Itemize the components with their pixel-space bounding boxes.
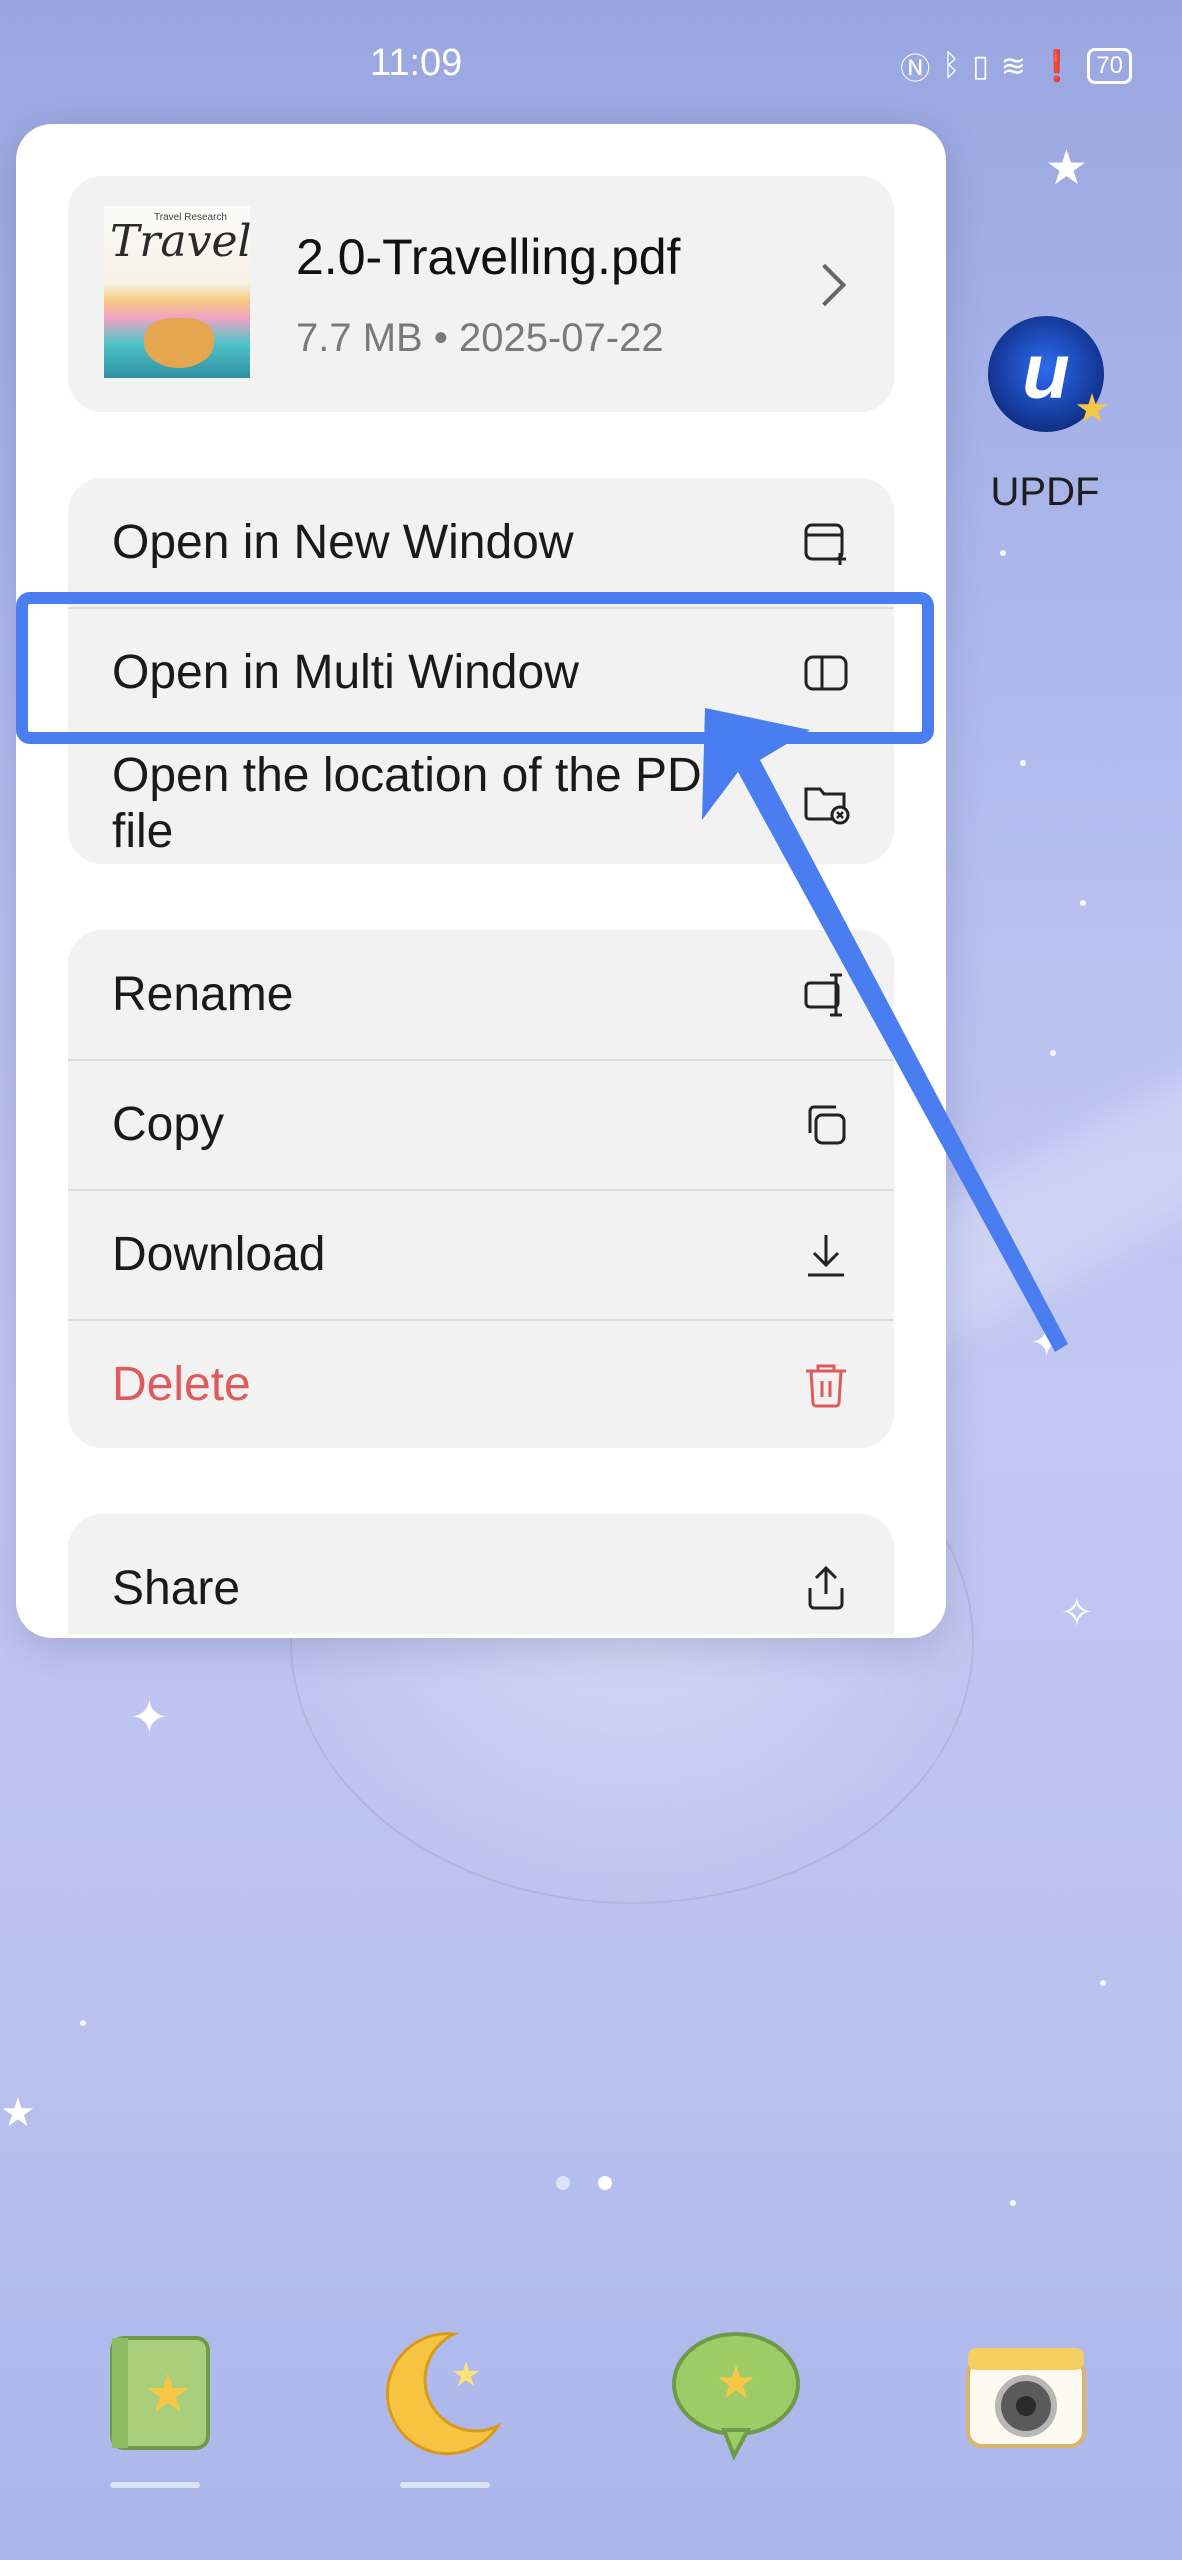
context-menu: Travel Research Travel 2.0-Travelling.pd…	[16, 124, 946, 1638]
menu-item-label: Open the location of the PDF file	[112, 749, 732, 858]
menu-item-download[interactable]: Download	[68, 1190, 894, 1320]
star-dot	[1020, 760, 1026, 766]
alert-icon: ❗	[1037, 49, 1076, 83]
star-dot	[1050, 1050, 1056, 1056]
menu-item-rename[interactable]: Rename	[68, 930, 894, 1060]
star-decoration: ★	[1045, 142, 1089, 195]
file-name: 2.0-Travelling.pdf	[296, 229, 681, 285]
updf-app-icon[interactable]: u ★	[988, 316, 1110, 432]
camera-icon	[966, 2348, 1086, 2448]
menu-item-delete[interactable]: Delete	[68, 1320, 894, 1448]
download-icon	[808, 1235, 844, 1277]
dock-indicator	[110, 2482, 200, 2488]
notes-book-icon: ★	[110, 2336, 210, 2450]
menu-item-label: Share	[112, 1562, 241, 1615]
star-dot	[1080, 900, 1086, 906]
share-icon	[808, 1565, 844, 1610]
page-dot	[556, 2176, 570, 2190]
trash-icon	[806, 1364, 846, 1408]
star-decoration: ✦	[1030, 1321, 1064, 1365]
menu-group-share: Share	[68, 1514, 894, 1634]
menu-item-share[interactable]: Share	[68, 1514, 894, 1634]
menu-item-label: Delete	[112, 1358, 251, 1411]
thumbnail-title: Travel	[110, 216, 250, 267]
highlight-box	[16, 592, 934, 744]
star-badge-icon: ★	[1074, 387, 1110, 431]
notes-app-icon[interactable]: ★	[90, 2320, 230, 2470]
vibrate-icon: ▯	[972, 49, 989, 83]
menu-item-label: Download	[112, 1228, 326, 1281]
copy-icon	[808, 1105, 846, 1145]
status-icons: Ⓝ ᛒ ▯ ≋ ❗ 70	[900, 44, 1132, 88]
star-decoration: ✧	[1060, 1591, 1094, 1635]
file-meta: 7.7 MB • 2025-07-22	[296, 316, 664, 360]
svg-text:★: ★	[715, 2355, 756, 2409]
menu-item-open-new-window[interactable]: Open in New Window	[68, 478, 894, 608]
rename-icon	[804, 973, 842, 1017]
menu-item-open-location[interactable]: Open the location of the PDF file	[68, 736, 894, 864]
nfc-icon: Ⓝ	[900, 53, 931, 86]
app-label: UPDF	[990, 470, 1100, 514]
page-indicator	[556, 2176, 612, 2190]
home-dock: ★ ★ ★	[0, 2320, 1182, 2500]
new-window-icon	[804, 523, 846, 565]
status-bar: 11:09 Ⓝ ᛒ ▯ ≋ ❗ 70	[0, 0, 1182, 130]
menu-item-label: Rename	[112, 968, 294, 1021]
svg-text:★: ★	[144, 2362, 192, 2425]
kayak-image	[144, 318, 214, 368]
messages-app-icon[interactable]: ★	[666, 2320, 806, 2470]
file-thumbnail: Travel Research Travel	[104, 206, 250, 378]
speech-bubble-icon: ★	[672, 2332, 800, 2461]
menu-item-label: Open in New Window	[112, 516, 574, 569]
star-dot	[1000, 550, 1006, 556]
chevron-right-icon	[803, 263, 847, 307]
star-dot	[80, 2020, 86, 2026]
battery-icon: 70	[1087, 48, 1132, 84]
file-info-card[interactable]: Travel Research Travel 2.0-Travelling.pd…	[68, 176, 894, 412]
menu-item-label: Copy	[112, 1098, 225, 1151]
folder-location-icon	[804, 787, 850, 825]
bluetooth-icon: ᛒ	[942, 49, 961, 82]
svg-text:★: ★	[451, 2355, 481, 2395]
moon-app-icon[interactable]: ★	[372, 2320, 512, 2470]
camera-app-icon[interactable]	[956, 2320, 1096, 2470]
star-decoration: ✦	[130, 1691, 169, 1743]
star-dot	[1010, 2200, 1016, 2206]
menu-group-file-actions: Rename Copy Download Delete	[68, 930, 894, 1448]
star-decoration: ★	[0, 2091, 36, 2135]
dock-indicator	[400, 2482, 490, 2488]
wifi-6-icon: ≋	[1000, 49, 1026, 83]
menu-item-copy[interactable]: Copy	[68, 1060, 894, 1190]
page-dot-active	[598, 2176, 612, 2190]
crescent-moon-icon: ★	[385, 2332, 503, 2456]
star-dot	[1100, 1980, 1106, 1986]
status-time: 11:09	[370, 42, 463, 84]
